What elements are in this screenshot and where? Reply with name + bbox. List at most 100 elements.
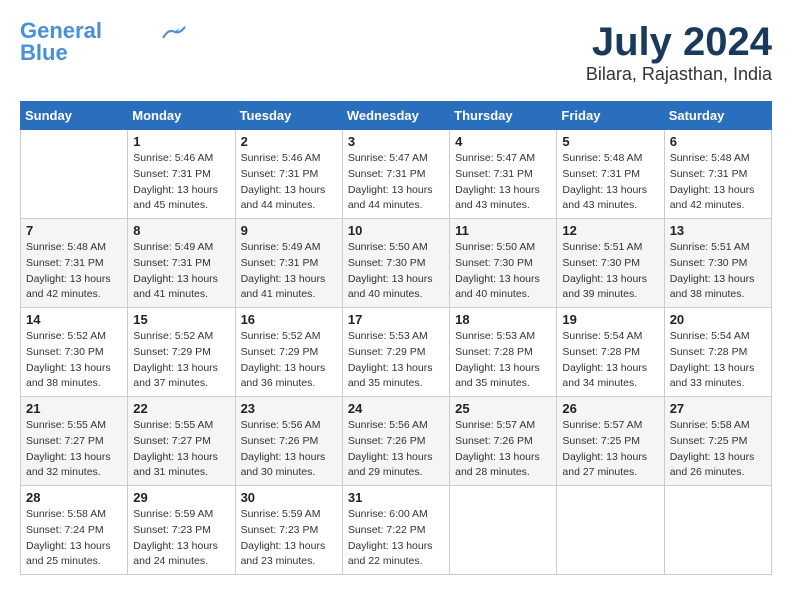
calendar-cell: 23Sunrise: 5:56 AM Sunset: 7:26 PM Dayli… <box>235 397 342 486</box>
day-number: 21 <box>26 401 122 416</box>
day-number: 26 <box>562 401 658 416</box>
weekday-header: Monday <box>128 102 235 130</box>
day-info: Sunrise: 5:50 AM Sunset: 7:30 PM Dayligh… <box>348 240 444 303</box>
calendar-cell: 13 Sunrise: 5:51 AM Sunset: 7:30 PM Dayli… <box>664 219 771 308</box>
day-info: Sunrise: 5:50 AM Sunset: 7:30 PM Dayligh… <box>455 240 551 303</box>
calendar-cell: 2 Sunrise: 5:46 AM Sunset: 7:31 PM Daylig… <box>235 130 342 219</box>
day-info: Sunrise: 5:54 AM Sunset: 7:28 PM Dayligh… <box>670 329 766 392</box>
calendar-week-row: 14 Sunrise: 5:52 AM Sunset: 7:30 PM Dayli… <box>21 308 772 397</box>
weekday-header: Wednesday <box>342 102 449 130</box>
calendar-cell: 7 Sunrise: 5:48 AM Sunset: 7:31 PM Daylig… <box>21 219 128 308</box>
day-number: 16 <box>241 312 337 327</box>
calendar-cell: 31 Sunrise: 6:00 AM Sunset: 7:22 PM Dayli… <box>342 486 449 575</box>
calendar-cell: 10 Sunrise: 5:50 AM Sunset: 7:30 PM Dayli… <box>342 219 449 308</box>
calendar-cell: 19Sunrise: 5:54 AM Sunset: 7:28 PM Dayli… <box>557 308 664 397</box>
calendar-cell: 5 Sunrise: 5:48 AM Sunset: 7:31 PM Daylig… <box>557 130 664 219</box>
day-info: Sunrise: 5:55 AM Sunset: 7:27 PM Dayligh… <box>133 418 229 481</box>
day-number: 28 <box>26 490 122 505</box>
calendar-cell: 26 Sunrise: 5:57 AM Sunset: 7:25 PM Dayli… <box>557 397 664 486</box>
day-info: Sunrise: 5:57 AM Sunset: 7:26 PM Dayligh… <box>455 418 551 481</box>
day-info: Sunrise: 5:51 AM Sunset: 7:30 PM Dayligh… <box>562 240 658 303</box>
calendar-cell <box>557 486 664 575</box>
title-area: July 2024 Bilara, Rajasthan, India <box>586 20 772 85</box>
calendar-cell <box>450 486 557 575</box>
calendar-cell: 18Sunrise: 5:53 AM Sunset: 7:28 PM Dayli… <box>450 308 557 397</box>
day-info: Sunrise: 5:53 AM Sunset: 7:28 PM Dayligh… <box>455 329 551 392</box>
day-info: Sunrise: 5:49 AM Sunset: 7:31 PM Dayligh… <box>241 240 337 303</box>
day-info: Sunrise: 5:51 AM Sunset: 7:30 PM Dayligh… <box>670 240 766 303</box>
day-number: 7 <box>26 223 122 238</box>
day-info: Sunrise: 5:59 AM Sunset: 7:23 PM Dayligh… <box>133 507 229 570</box>
day-info: Sunrise: 5:59 AM Sunset: 7:23 PM Dayligh… <box>241 507 337 570</box>
calendar-week-row: 21 Sunrise: 5:55 AM Sunset: 7:27 PM Dayli… <box>21 397 772 486</box>
calendar-cell: 16 Sunrise: 5:52 AM Sunset: 7:29 PM Dayli… <box>235 308 342 397</box>
calendar-week-row: 28 Sunrise: 5:58 AM Sunset: 7:24 PM Dayli… <box>21 486 772 575</box>
day-info: Sunrise: 5:46 AM Sunset: 7:31 PM Dayligh… <box>241 151 337 214</box>
weekday-header: Thursday <box>450 102 557 130</box>
day-info: Sunrise: 5:54 AM Sunset: 7:28 PM Dayligh… <box>562 329 658 392</box>
calendar-cell: 15 Sunrise: 5:52 AM Sunset: 7:29 PM Dayli… <box>128 308 235 397</box>
day-info: Sunrise: 5:58 AM Sunset: 7:24 PM Dayligh… <box>26 507 122 570</box>
day-number: 15 <box>133 312 229 327</box>
day-number: 3 <box>348 134 444 149</box>
day-info: Sunrise: 5:52 AM Sunset: 7:29 PM Dayligh… <box>133 329 229 392</box>
calendar-cell: 30Sunrise: 5:59 AM Sunset: 7:23 PM Dayli… <box>235 486 342 575</box>
day-number: 9 <box>241 223 337 238</box>
day-number: 24 <box>348 401 444 416</box>
calendar-cell: 11 Sunrise: 5:50 AM Sunset: 7:30 PM Dayli… <box>450 219 557 308</box>
calendar-cell: 8 Sunrise: 5:49 AM Sunset: 7:31 PM Daylig… <box>128 219 235 308</box>
day-number: 20 <box>670 312 766 327</box>
calendar-cell: 24 Sunrise: 5:56 AM Sunset: 7:26 PM Dayli… <box>342 397 449 486</box>
calendar-cell: 1Sunrise: 5:46 AM Sunset: 7:31 PM Daylig… <box>128 130 235 219</box>
day-info: Sunrise: 5:55 AM Sunset: 7:27 PM Dayligh… <box>26 418 122 481</box>
day-number: 11 <box>455 223 551 238</box>
day-info: Sunrise: 5:52 AM Sunset: 7:29 PM Dayligh… <box>241 329 337 392</box>
day-info: Sunrise: 5:52 AM Sunset: 7:30 PM Dayligh… <box>26 329 122 392</box>
day-number: 2 <box>241 134 337 149</box>
calendar-cell: 25 Sunrise: 5:57 AM Sunset: 7:26 PM Dayli… <box>450 397 557 486</box>
day-info: Sunrise: 5:47 AM Sunset: 7:31 PM Dayligh… <box>455 151 551 214</box>
logo-text: General <box>20 20 102 42</box>
month-year: July 2024 <box>586 20 772 64</box>
day-info: Sunrise: 5:56 AM Sunset: 7:26 PM Dayligh… <box>348 418 444 481</box>
calendar-cell: 6Sunrise: 5:48 AM Sunset: 7:31 PM Daylig… <box>664 130 771 219</box>
calendar-cell: 22Sunrise: 5:55 AM Sunset: 7:27 PM Dayli… <box>128 397 235 486</box>
day-info: Sunrise: 5:58 AM Sunset: 7:25 PM Dayligh… <box>670 418 766 481</box>
day-number: 14 <box>26 312 122 327</box>
calendar-cell: 4 Sunrise: 5:47 AM Sunset: 7:31 PM Daylig… <box>450 130 557 219</box>
header: General Blue July 2024 Bilara, Rajasthan… <box>20 20 772 85</box>
day-info: Sunrise: 6:00 AM Sunset: 7:22 PM Dayligh… <box>348 507 444 570</box>
day-number: 13 <box>670 223 766 238</box>
calendar-cell: 28 Sunrise: 5:58 AM Sunset: 7:24 PM Dayli… <box>21 486 128 575</box>
calendar-cell <box>664 486 771 575</box>
calendar-cell: 21 Sunrise: 5:55 AM Sunset: 7:27 PM Dayli… <box>21 397 128 486</box>
day-number: 12 <box>562 223 658 238</box>
day-number: 5 <box>562 134 658 149</box>
day-number: 10 <box>348 223 444 238</box>
day-info: Sunrise: 5:56 AM Sunset: 7:26 PM Dayligh… <box>241 418 337 481</box>
logo-bird-icon <box>160 24 188 42</box>
calendar-cell: 3 Sunrise: 5:47 AM Sunset: 7:31 PM Daylig… <box>342 130 449 219</box>
day-info: Sunrise: 5:49 AM Sunset: 7:31 PM Dayligh… <box>133 240 229 303</box>
day-number: 25 <box>455 401 551 416</box>
calendar-cell: 9 Sunrise: 5:49 AM Sunset: 7:31 PM Daylig… <box>235 219 342 308</box>
day-number: 6 <box>670 134 766 149</box>
day-number: 17 <box>348 312 444 327</box>
day-info: Sunrise: 5:48 AM Sunset: 7:31 PM Dayligh… <box>562 151 658 214</box>
calendar-cell <box>21 130 128 219</box>
calendar-cell: 29Sunrise: 5:59 AM Sunset: 7:23 PM Dayli… <box>128 486 235 575</box>
logo: General Blue <box>20 20 188 64</box>
day-info: Sunrise: 5:47 AM Sunset: 7:31 PM Dayligh… <box>348 151 444 214</box>
location: Bilara, Rajasthan, India <box>586 64 772 85</box>
weekday-header: Saturday <box>664 102 771 130</box>
calendar-cell: 20 Sunrise: 5:54 AM Sunset: 7:28 PM Dayli… <box>664 308 771 397</box>
day-number: 31 <box>348 490 444 505</box>
calendar-table: SundayMondayTuesdayWednesdayThursdayFrid… <box>20 101 772 575</box>
day-info: Sunrise: 5:57 AM Sunset: 7:25 PM Dayligh… <box>562 418 658 481</box>
calendar-cell: 27Sunrise: 5:58 AM Sunset: 7:25 PM Dayli… <box>664 397 771 486</box>
day-info: Sunrise: 5:48 AM Sunset: 7:31 PM Dayligh… <box>26 240 122 303</box>
day-number: 8 <box>133 223 229 238</box>
day-info: Sunrise: 5:46 AM Sunset: 7:31 PM Dayligh… <box>133 151 229 214</box>
day-number: 4 <box>455 134 551 149</box>
calendar-cell: 17Sunrise: 5:53 AM Sunset: 7:29 PM Dayli… <box>342 308 449 397</box>
